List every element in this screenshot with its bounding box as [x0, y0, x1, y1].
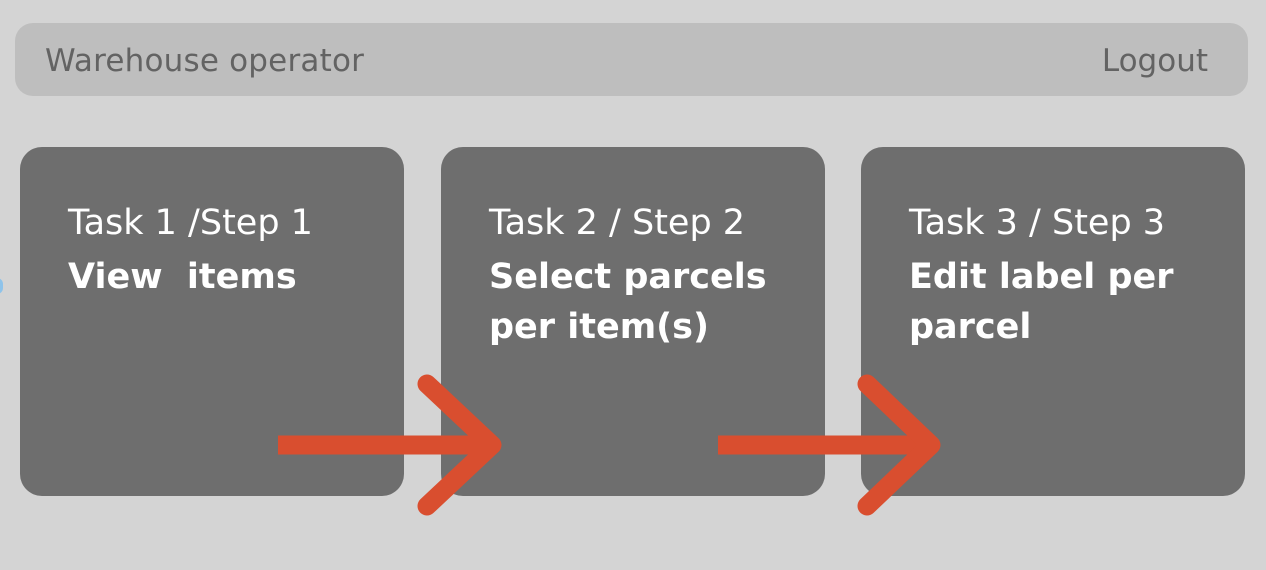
flow-arrows — [278, 374, 941, 516]
arrow-step-2-to-3-icon — [718, 374, 941, 516]
arrow-step-1-to-2-icon — [278, 374, 502, 516]
